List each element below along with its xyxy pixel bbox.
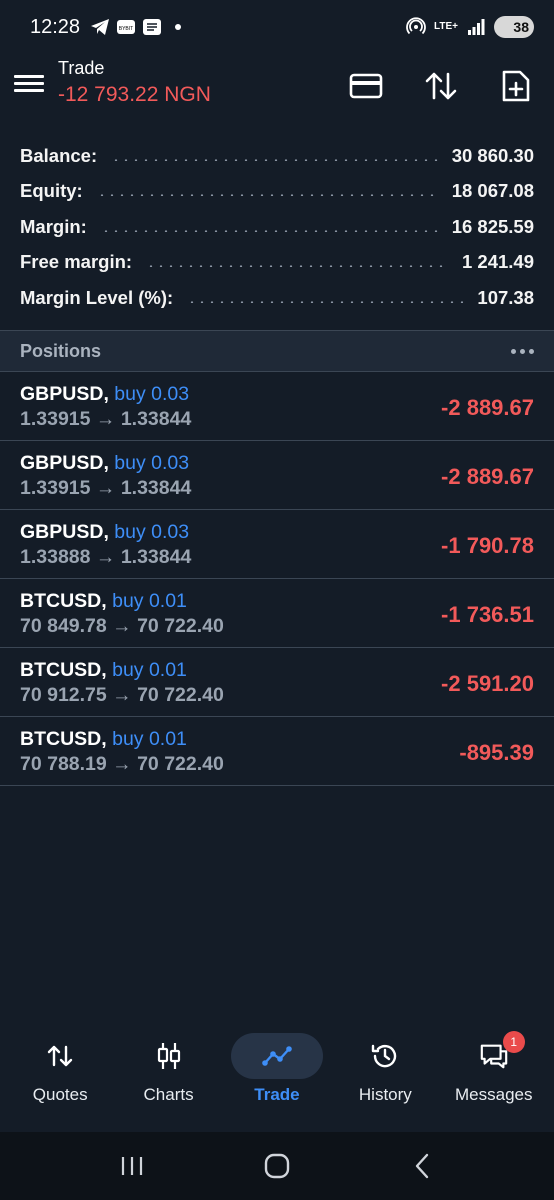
quotes-icon xyxy=(45,1041,75,1071)
position-side: buy 0.01 xyxy=(112,728,187,750)
messages-icon: 1 xyxy=(479,1031,525,1071)
position-side: buy 0.01 xyxy=(112,659,187,681)
position-profit: -2 889.67 xyxy=(441,395,534,420)
dotted-leader xyxy=(96,194,438,197)
position-row[interactable]: BTCUSD, buy 0.01 70 849.78 → 70 722.40 -… xyxy=(0,579,554,648)
position-row[interactable]: BTCUSD, buy 0.01 70 788.19 → 70 722.40 -… xyxy=(0,717,554,786)
dotted-leader xyxy=(111,158,438,161)
summary-value: 107.38 xyxy=(477,286,534,308)
telegram-icon xyxy=(90,17,110,37)
nav-history[interactable]: History xyxy=(331,1020,439,1132)
new-order-icon[interactable] xyxy=(498,68,534,104)
dotted-leader xyxy=(100,229,438,232)
recent-apps-icon[interactable] xyxy=(112,1146,152,1186)
position-prices: 1.33888 → 1.33844 xyxy=(20,546,192,568)
position-row[interactable]: GBPUSD, buy 0.03 1.33915 → 1.33844 -2 88… xyxy=(0,372,554,441)
stacks-icon xyxy=(142,17,162,37)
summary-value: 1 241.49 xyxy=(461,251,534,273)
home-icon[interactable] xyxy=(257,1146,297,1186)
summary-value: 30 860.30 xyxy=(451,144,534,166)
nav-label: Messages xyxy=(455,1085,533,1104)
back-icon[interactable] xyxy=(402,1146,442,1186)
unread-badge: 1 xyxy=(502,1031,525,1053)
position-symbol: BTCUSD xyxy=(20,590,102,612)
summary-row-margin: Margin: 16 825.59 xyxy=(0,209,554,245)
position-side: buy 0.03 xyxy=(114,521,190,543)
bybit-icon: BYBIT xyxy=(116,17,136,37)
position-row[interactable]: BTCUSD, buy 0.01 70 912.75 → 70 722.40 -… xyxy=(0,648,554,717)
position-profit: -1 790.78 xyxy=(441,533,534,558)
summary-value: 16 825.59 xyxy=(451,215,534,237)
position-prices: 70 788.19 → 70 722.40 xyxy=(20,753,224,775)
hotspot-icon xyxy=(406,17,426,37)
position-symbol: GBPUSD xyxy=(20,521,104,543)
signal-icon xyxy=(466,17,486,37)
network-type: LTE+ xyxy=(434,21,458,32)
trade-icon xyxy=(262,1041,292,1071)
svg-text:BYBIT: BYBIT xyxy=(119,26,133,32)
summary-label: Equity: xyxy=(20,180,83,202)
positions-list: GBPUSD, buy 0.03 1.33915 → 1.33844 -2 88… xyxy=(0,372,554,786)
position-profit: -2 591.20 xyxy=(441,671,534,696)
position-side: buy 0.03 xyxy=(114,452,190,474)
nav-messages[interactable]: 1 Messages xyxy=(440,1020,548,1132)
position-profit: -895.39 xyxy=(459,740,534,765)
summary-row-balance: Balance: 30 860.30 xyxy=(0,138,554,174)
dotted-leader xyxy=(146,265,448,268)
position-symbol: BTCUSD xyxy=(20,659,102,681)
nav-trade[interactable]: Trade xyxy=(223,1020,331,1132)
nav-charts[interactable]: Charts xyxy=(115,1020,223,1132)
position-symbol: GBPUSD xyxy=(20,383,104,405)
battery-level: 38 xyxy=(513,19,529,35)
nav-label: Charts xyxy=(143,1085,194,1104)
position-profit: -1 736.51 xyxy=(441,602,534,627)
nav-label: Quotes xyxy=(32,1085,88,1104)
status-bar: 12:28 BYBIT LTE+ 38 xyxy=(0,0,554,54)
bottom-navigation: Quotes Charts Trade History 1 Messages xyxy=(0,1020,554,1132)
system-nav-bar xyxy=(0,1132,554,1200)
positions-title: Positions xyxy=(20,340,102,361)
battery-indicator: 38 xyxy=(494,16,534,38)
menu-icon[interactable] xyxy=(14,70,44,100)
dot-icon xyxy=(168,17,188,37)
summary-row-free-margin: Free margin: 1 241.49 xyxy=(0,245,554,281)
position-profit: -2 889.67 xyxy=(441,464,534,489)
title-block: Trade -12 793.22 NGN xyxy=(58,58,211,107)
charts-icon xyxy=(154,1041,184,1071)
more-options-icon[interactable] xyxy=(511,348,534,354)
position-symbol: GBPUSD xyxy=(20,452,104,474)
history-icon xyxy=(370,1041,400,1071)
status-time: 12:28 xyxy=(30,15,81,38)
position-symbol: BTCUSD xyxy=(20,728,102,750)
nav-quotes[interactable]: Quotes xyxy=(6,1020,114,1132)
position-prices: 70 849.78 → 70 722.40 xyxy=(20,615,224,637)
position-prices: 1.33915 → 1.33844 xyxy=(20,477,192,499)
positions-section-header: Positions xyxy=(0,330,554,372)
card-icon[interactable] xyxy=(348,68,384,104)
page-title: Trade xyxy=(58,58,105,78)
summary-row-margin-level: Margin Level (%): 107.38 xyxy=(0,280,554,316)
summary-label: Free margin: xyxy=(20,251,133,273)
sort-icon[interactable] xyxy=(423,68,459,104)
position-row[interactable]: GBPUSD, buy 0.03 1.33915 → 1.33844 -2 88… xyxy=(0,441,554,510)
summary-value: 18 067.08 xyxy=(451,180,534,202)
position-prices: 70 912.75 → 70 722.40 xyxy=(20,684,224,706)
app-header: Trade -12 793.22 NGN xyxy=(0,54,554,118)
summary-label: Balance: xyxy=(20,144,98,166)
floating-profit: -12 793.22 NGN xyxy=(58,83,211,106)
position-prices: 1.33915 → 1.33844 xyxy=(20,408,192,430)
summary-label: Margin: xyxy=(20,215,87,237)
summary-label: Margin Level (%): xyxy=(20,286,174,308)
position-side: buy 0.01 xyxy=(112,590,187,612)
summary-row-equity: Equity: 18 067.08 xyxy=(0,174,554,210)
nav-label: History xyxy=(358,1085,412,1104)
position-side: buy 0.03 xyxy=(114,383,190,405)
account-summary: Balance: 30 860.30 Equity: 18 067.08 Mar… xyxy=(0,138,554,316)
nav-label: Trade xyxy=(254,1085,300,1104)
position-row[interactable]: GBPUSD, buy 0.03 1.33888 → 1.33844 -1 79… xyxy=(0,510,554,579)
dotted-leader xyxy=(187,300,464,303)
